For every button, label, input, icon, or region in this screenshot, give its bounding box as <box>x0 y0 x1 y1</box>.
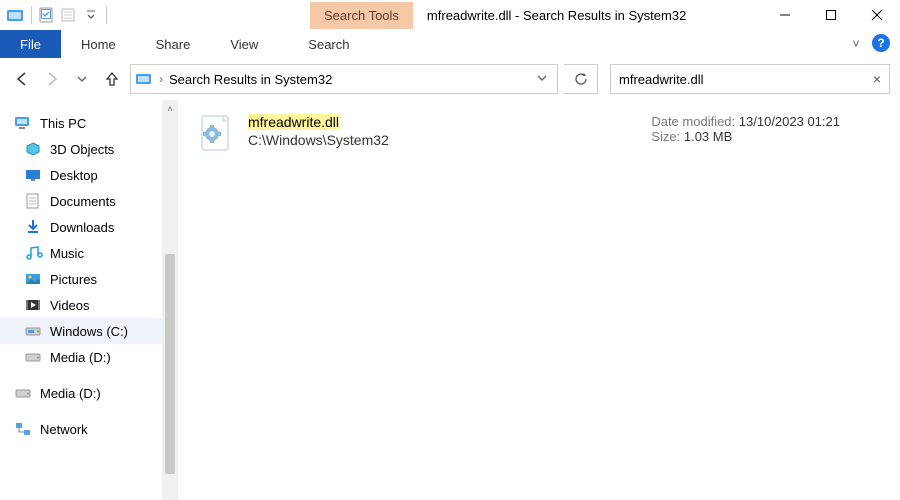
navpane-network[interactable]: Network <box>0 416 162 442</box>
navpane-this-pc[interactable]: This PC <box>0 110 162 136</box>
network-icon <box>14 421 32 437</box>
navpane-3d-objects[interactable]: 3D Objects <box>0 136 162 162</box>
navpane-music[interactable]: Music <box>0 240 162 266</box>
navpane-label: Music <box>50 246 84 261</box>
recent-locations-button[interactable] <box>70 67 94 91</box>
maximize-button[interactable] <box>808 0 854 30</box>
drive-icon <box>24 349 42 365</box>
help-icon: ? <box>872 34 890 52</box>
this-pc-icon <box>14 115 32 131</box>
navpane-drive-d[interactable]: Media (D:) <box>0 344 162 370</box>
address-text: Search Results in System32 <box>169 72 332 87</box>
downloads-icon <box>24 219 42 235</box>
view-tab[interactable]: View <box>210 30 278 58</box>
navpane-pictures[interactable]: Pictures <box>0 266 162 292</box>
title-bar: Search Tools mfreadwrite.dll - Search Re… <box>0 0 900 30</box>
content-area: This PC 3D Objects Desktop Documents Dow… <box>0 100 900 500</box>
window-controls <box>762 0 900 30</box>
window-title: mfreadwrite.dll - Search Results in Syst… <box>427 8 686 23</box>
quick-access-toolbar <box>0 4 110 26</box>
qat-customize-icon[interactable] <box>81 4 101 26</box>
forward-button[interactable] <box>40 67 64 91</box>
search-input[interactable]: mfreadwrite.dll <box>619 72 873 87</box>
search-tab[interactable]: Search <box>288 30 369 58</box>
navpane-label: Documents <box>50 194 116 209</box>
result-metadata: Date modified: 13/10/2023 01:21 Size: 1.… <box>651 114 880 144</box>
navpane-label: Network <box>40 422 88 437</box>
minimize-button[interactable] <box>762 0 808 30</box>
back-button[interactable] <box>10 67 34 91</box>
explorer-icon <box>6 4 26 26</box>
navpane-label: Videos <box>50 298 90 313</box>
result-path: C:\Windows\System32 <box>248 132 389 148</box>
date-modified-value: 13/10/2023 01:21 <box>739 114 840 129</box>
properties-icon[interactable] <box>37 4 57 26</box>
date-modified-label: Date modified: <box>651 114 735 129</box>
3d-objects-icon <box>24 141 42 157</box>
navpane-downloads[interactable]: Downloads <box>0 214 162 240</box>
clear-search-button[interactable]: × <box>873 71 881 87</box>
scroll-up-icon[interactable]: ˄ <box>167 104 172 114</box>
music-icon <box>24 245 42 261</box>
drive-icon <box>14 385 32 401</box>
navigation-bar: › Search Results in System32 mfreadwrite… <box>0 58 900 100</box>
search-results-pane: mfreadwrite.dll C:\Windows\System32 Date… <box>178 100 900 500</box>
location-icon <box>135 70 153 88</box>
drive-icon <box>24 323 42 339</box>
dll-file-icon <box>198 114 234 154</box>
search-result-item[interactable]: mfreadwrite.dll C:\Windows\System32 Date… <box>198 114 880 154</box>
documents-icon <box>24 193 42 209</box>
navpane-label: Desktop <box>50 168 98 183</box>
scrollbar-thumb[interactable] <box>165 254 175 474</box>
refresh-button[interactable] <box>564 64 598 94</box>
navpane-label: Downloads <box>50 220 114 235</box>
size-value: 1.03 MB <box>684 129 732 144</box>
address-separator-icon: › <box>159 72 163 86</box>
navpane-label: Windows (C:) <box>50 324 128 339</box>
navigation-pane: This PC 3D Objects Desktop Documents Dow… <box>0 100 178 500</box>
ribbon-expand-button[interactable]: ˅ <box>844 30 868 58</box>
navpane-label: This PC <box>40 116 86 131</box>
result-filename: mfreadwrite.dll <box>248 114 389 130</box>
file-tab[interactable]: File <box>0 30 61 58</box>
qat-separator-2 <box>106 6 107 24</box>
size-label: Size: <box>651 129 680 144</box>
ribbon-tabs: File Home Share View Search ˅ ? <box>0 30 900 58</box>
navpane-label: Media (D:) <box>50 350 111 365</box>
share-tab[interactable]: Share <box>136 30 211 58</box>
home-tab[interactable]: Home <box>61 30 136 58</box>
navpane-drive-c[interactable]: Windows (C:) <box>0 318 162 344</box>
close-button[interactable] <box>854 0 900 30</box>
videos-icon <box>24 297 42 313</box>
address-bar[interactable]: › Search Results in System32 <box>130 64 558 94</box>
desktop-icon <box>24 167 42 183</box>
navpane-label: 3D Objects <box>50 142 114 157</box>
navpane-desktop[interactable]: Desktop <box>0 162 162 188</box>
new-folder-icon[interactable] <box>59 4 79 26</box>
result-text-block: mfreadwrite.dll C:\Windows\System32 <box>248 114 389 148</box>
navpane-label: Pictures <box>50 272 97 287</box>
search-tools-contextual-tab[interactable]: Search Tools <box>310 2 413 29</box>
navpane-videos[interactable]: Videos <box>0 292 162 318</box>
pictures-icon <box>24 271 42 287</box>
search-box[interactable]: mfreadwrite.dll × <box>610 64 890 94</box>
navpane-label: Media (D:) <box>40 386 101 401</box>
navpane-documents[interactable]: Documents <box>0 188 162 214</box>
navpane-scrollbar[interactable]: ˄ <box>162 100 178 500</box>
up-button[interactable] <box>100 67 124 91</box>
navpane-media-d-top[interactable]: Media (D:) <box>0 380 162 406</box>
address-dropdown-button[interactable] <box>531 72 553 86</box>
help-button[interactable]: ? <box>868 30 894 56</box>
qat-separator <box>31 6 32 24</box>
